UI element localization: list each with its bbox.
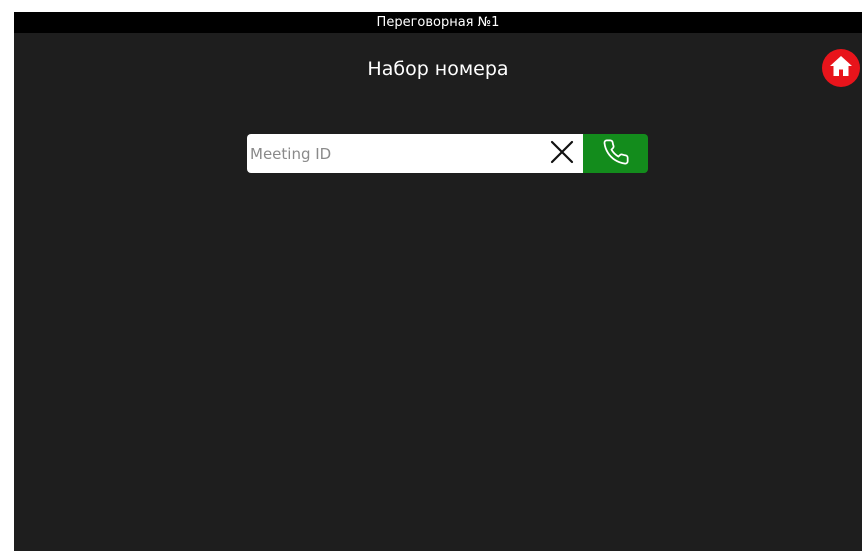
- call-button[interactable]: [583, 134, 648, 173]
- dial-bar: [247, 134, 649, 173]
- meeting-id-field-wrapper: [247, 134, 583, 173]
- phone-icon: [602, 138, 630, 170]
- close-icon: [550, 140, 574, 168]
- app-screen: Переговорная №1 Набор номера: [14, 12, 862, 551]
- meeting-id-input[interactable]: [247, 134, 540, 173]
- home-icon: [829, 55, 853, 81]
- page-title: Набор номера: [367, 58, 509, 80]
- home-button[interactable]: [822, 49, 860, 87]
- window-title: Переговорная №1: [14, 12, 862, 33]
- clear-button[interactable]: [547, 139, 577, 169]
